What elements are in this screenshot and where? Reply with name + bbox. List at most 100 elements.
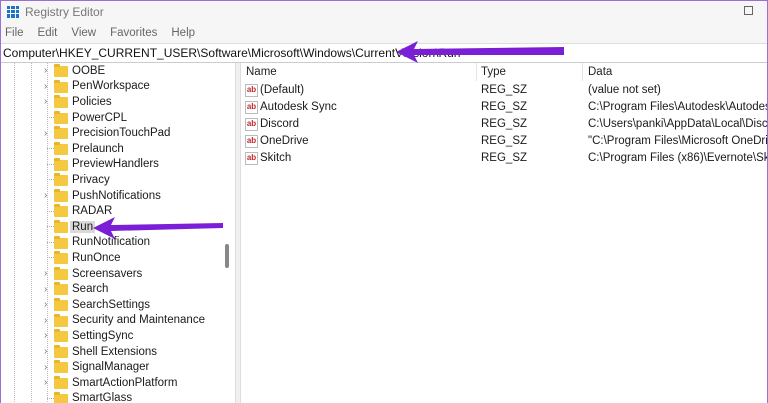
tree-connector	[47, 241, 54, 243]
column-data[interactable]: Data	[588, 66, 612, 78]
annotation-arrow-run	[93, 217, 223, 239]
chevron-right-icon[interactable]: ›	[44, 315, 52, 326]
tree-connector	[47, 117, 54, 119]
tree-item[interactable]: › Screensavers	[1, 266, 221, 282]
value-data: C:\Users\panki\AppData\Local\Discord	[588, 118, 768, 130]
tree-item[interactable]: › Search	[1, 281, 221, 297]
folder-icon	[54, 142, 68, 155]
value-type: REG_SZ	[481, 135, 528, 147]
menu-file[interactable]: File	[5, 27, 24, 39]
folder-icon	[54, 157, 68, 171]
tree-item[interactable]: › PrecisionTouchPad	[1, 125, 221, 141]
list-header: Name Type Data	[241, 63, 767, 81]
tree-item[interactable]: › SmartActionPlatform	[1, 375, 221, 391]
string-value-icon: ab	[245, 101, 258, 114]
value-row[interactable]: ab (Default) REG_SZ (value not set)	[241, 82, 767, 99]
folder-icon	[54, 313, 68, 327]
tree-item-label: OOBE	[72, 64, 106, 77]
tree-item-label: Screensavers	[72, 267, 143, 280]
tree-item[interactable]: › Security and Maintenance	[1, 313, 221, 329]
chevron-right-icon[interactable]: ›	[44, 330, 52, 341]
tree-connector	[47, 210, 54, 212]
value-name: OneDrive	[260, 135, 309, 147]
chevron-right-icon[interactable]: ›	[44, 362, 52, 373]
value-data: C:\Program Files (x86)\Evernote\Skitch	[588, 152, 768, 164]
tree-item-label: Policies	[72, 95, 112, 108]
tree-item[interactable]: › PushNotifications	[1, 188, 221, 204]
tree-scrollbar-thumb[interactable]	[225, 244, 229, 268]
tree-item-label: SettingSync	[72, 329, 134, 342]
string-value-icon: ab	[245, 135, 258, 148]
value-row[interactable]: ab Discord REG_SZ C:\Users\panki\AppData\Lo…	[241, 116, 767, 133]
folder-icon	[54, 282, 68, 296]
tree-item[interactable]: › Shell Extensions	[1, 344, 221, 360]
folder-icon	[54, 95, 68, 109]
chevron-right-icon[interactable]: ›	[44, 96, 52, 107]
value-type: REG_SZ	[481, 84, 528, 96]
folder-icon	[54, 110, 68, 124]
maximize-button[interactable]	[744, 6, 753, 15]
tree-item-label: Privacy	[72, 173, 110, 186]
tree-item[interactable]: › SignalManager	[1, 359, 221, 375]
string-value-icon: ab	[245, 118, 258, 131]
value-row[interactable]: ab OneDrive REG_SZ "C:\Program Files\Micros…	[241, 133, 767, 150]
tree-connector	[47, 257, 54, 259]
tree-item[interactable]: Prelaunch	[1, 141, 221, 157]
menu-view[interactable]: View	[71, 27, 96, 39]
chevron-right-icon[interactable]: ›	[44, 284, 52, 295]
tree-item-label: RunOnce	[72, 251, 121, 264]
tree-item-label: SmartGlass	[72, 392, 133, 403]
tree-item[interactable]: Privacy	[1, 172, 221, 188]
menu-help[interactable]: Help	[171, 27, 195, 39]
chevron-right-icon[interactable]: ›	[44, 128, 52, 139]
tree-item[interactable]: › SettingSync	[1, 328, 221, 344]
tree-connector	[47, 397, 54, 399]
chevron-right-icon[interactable]: ›	[44, 299, 52, 310]
folder-icon	[54, 220, 68, 233]
folder-icon	[54, 266, 68, 280]
tree-item[interactable]: SmartGlass	[1, 391, 221, 403]
tree-connector	[47, 179, 54, 181]
tree-item[interactable]: RunOnce	[1, 250, 221, 266]
value-row[interactable]: ab Skitch REG_SZ C:\Program Files (x86)\Eve…	[241, 150, 767, 167]
annotation-arrow-address	[396, 41, 564, 63]
chevron-right-icon[interactable]: ›	[44, 190, 52, 201]
folder-icon	[54, 235, 68, 249]
chevron-right-icon[interactable]: ›	[44, 346, 52, 357]
tree-connector	[47, 148, 54, 150]
chevron-right-icon[interactable]: ›	[44, 65, 52, 76]
folder-icon	[54, 251, 68, 265]
folder-icon	[54, 79, 68, 93]
tree-item[interactable]: › SearchSettings	[1, 297, 221, 313]
folder-icon	[54, 391, 68, 403]
column-name[interactable]: Name	[246, 66, 277, 78]
values-list: Name Type Data ab (Default) REG_SZ (value n…	[241, 63, 767, 403]
value-name: Autodesk Sync	[260, 101, 337, 113]
tree-item[interactable]: › OOBE	[1, 63, 221, 79]
chevron-right-icon[interactable]: ›	[44, 377, 52, 388]
tree-item-label: Prelaunch	[72, 142, 124, 155]
tree-item[interactable]: PreviewHandlers	[1, 157, 221, 173]
value-type: REG_SZ	[481, 101, 528, 113]
chevron-right-icon[interactable]: ›	[44, 81, 52, 92]
tree-item[interactable]: › Policies	[1, 94, 221, 110]
tree-item[interactable]: PowerCPL	[1, 110, 221, 126]
value-name: Discord	[260, 118, 299, 130]
tree-item-label: SmartActionPlatform	[72, 376, 178, 389]
folder-icon	[54, 188, 68, 202]
tree-item[interactable]: › PenWorkspace	[1, 79, 221, 95]
tree-item-label: PowerCPL	[72, 111, 127, 124]
window-title: Registry Editor	[25, 4, 104, 19]
tree-connector	[47, 163, 54, 165]
tree-item-label: SearchSettings	[72, 298, 150, 311]
column-type[interactable]: Type	[481, 66, 506, 78]
menu-bar: File Edit View Favorites Help	[1, 22, 767, 43]
tree-item-label: Security and Maintenance	[72, 314, 205, 327]
folder-icon	[54, 298, 68, 311]
value-row[interactable]: ab Autodesk Sync REG_SZ C:\Program Files\Au…	[241, 99, 767, 116]
chevron-right-icon[interactable]: ›	[44, 268, 52, 279]
menu-edit[interactable]: Edit	[38, 27, 58, 39]
menu-favorites[interactable]: Favorites	[110, 27, 157, 39]
address-bar[interactable]: Computer\HKEY_CURRENT_USER\Software\Micr…	[1, 43, 767, 63]
tree-item-label: PrecisionTouchPad	[72, 127, 171, 140]
